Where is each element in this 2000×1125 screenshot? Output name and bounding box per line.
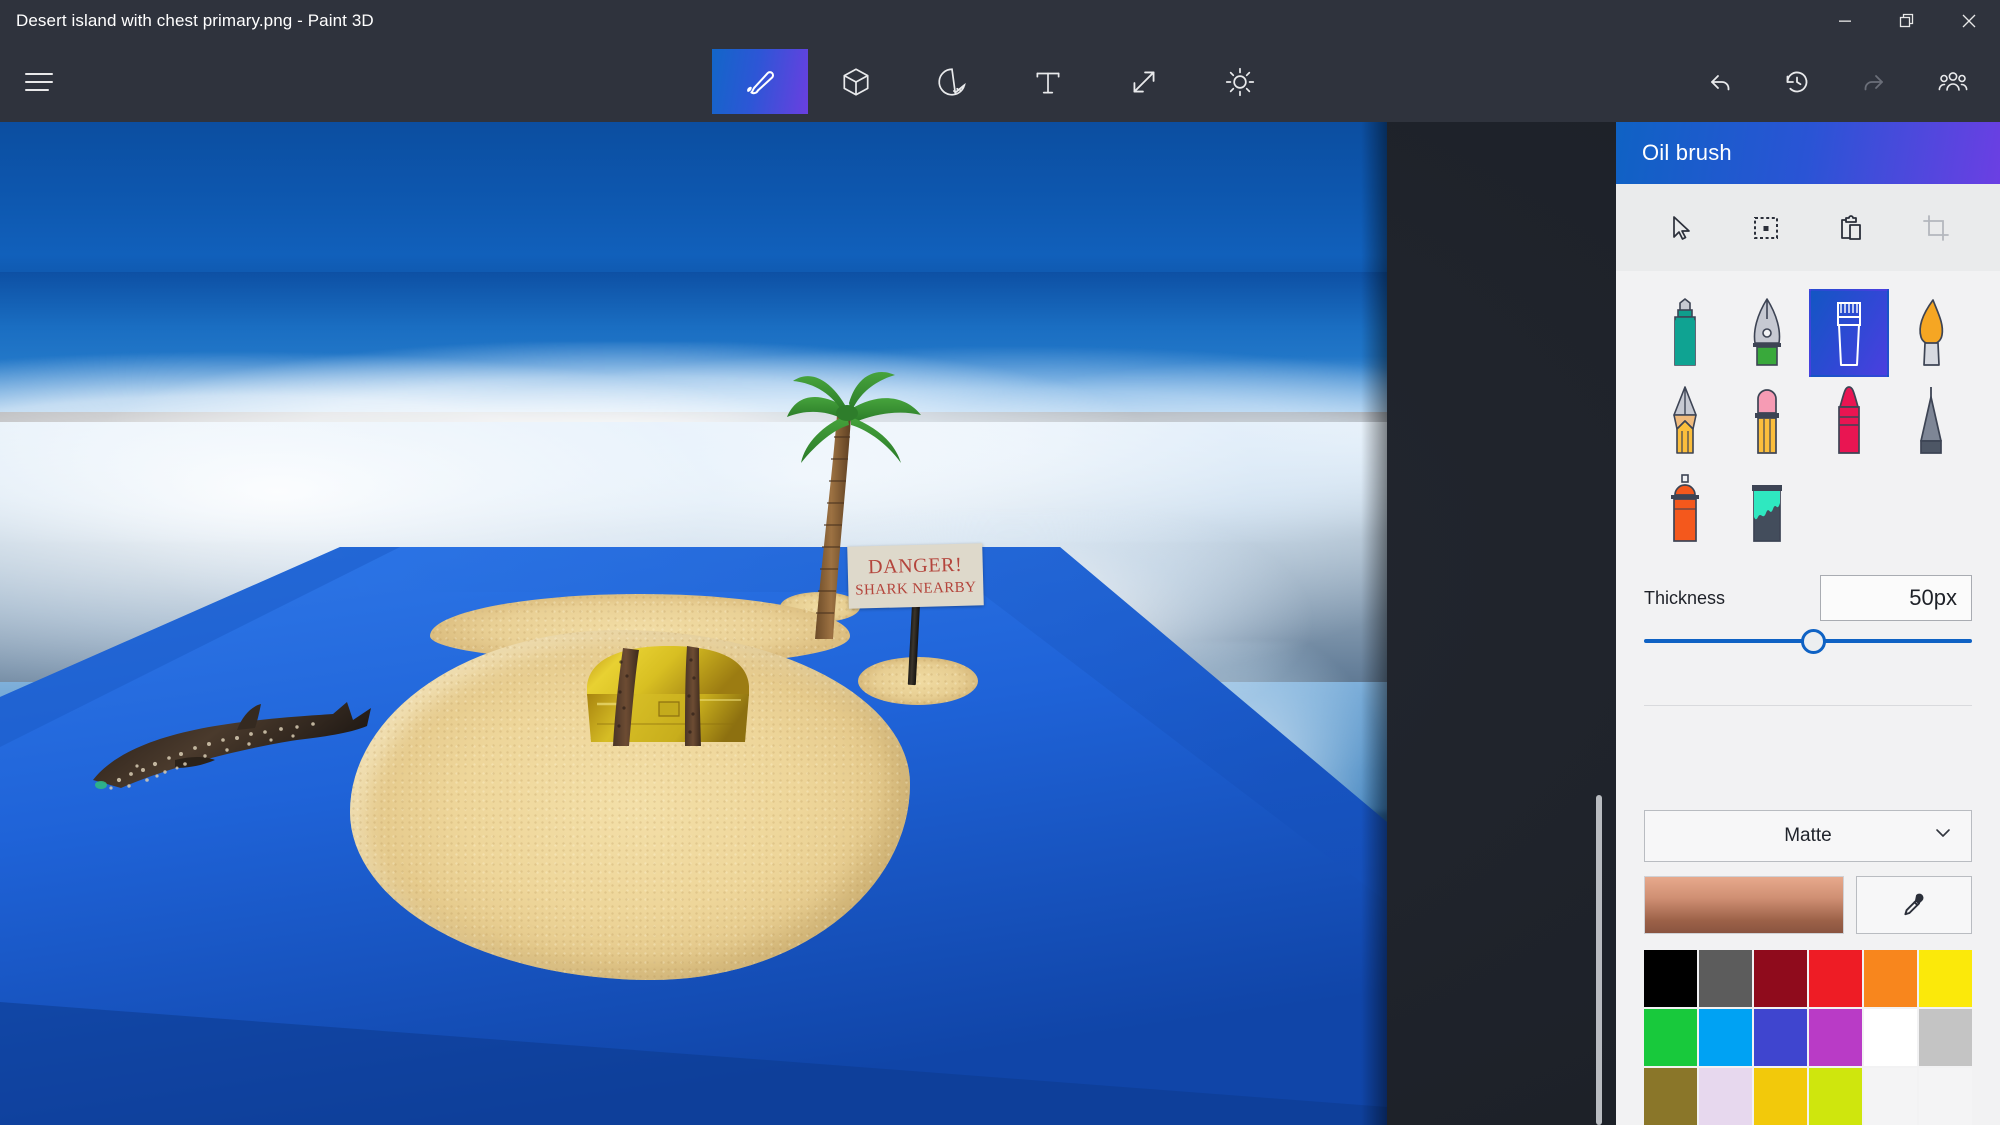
tool-stickers[interactable]: Stickers xyxy=(904,49,1000,114)
swatch-light-gray[interactable] xyxy=(1919,1009,1972,1066)
material-dropdown[interactable]: Matte xyxy=(1644,810,1972,862)
swatch-lime[interactable] xyxy=(1809,1068,1862,1125)
brush-calligraphy-pen[interactable]: Calligraphy pen xyxy=(1727,289,1807,377)
whale-shark xyxy=(85,684,385,799)
color-row: Color picker xyxy=(1644,876,1972,934)
swatch-magenta[interactable] xyxy=(1809,1009,1862,1066)
sign-line-1: DANGER! xyxy=(867,553,963,578)
brush-pencil[interactable]: Pencil xyxy=(1645,377,1725,465)
swatch-gold[interactable] xyxy=(1754,1068,1807,1125)
window-controls xyxy=(1814,0,2000,41)
thickness-slider[interactable] xyxy=(1616,621,2000,661)
sign-line-2: SHARK NEARBY xyxy=(855,578,977,599)
panel-action-bar: Select Rectangle select Paste xyxy=(1616,184,2000,271)
chevron-down-icon xyxy=(1933,823,1953,849)
tool-tabs: Art tools 3D shapes Stickers xyxy=(712,41,1288,122)
swatch-green[interactable] xyxy=(1644,1009,1697,1066)
paste-button[interactable]: Paste xyxy=(1822,199,1880,257)
brush-fill-bucket[interactable]: Fill xyxy=(1727,465,1807,553)
sign-board: DANGER! SHARK NEARBY xyxy=(847,543,984,609)
thickness-label: Thickness xyxy=(1644,587,1726,608)
brush-spray-can[interactable]: Spray can xyxy=(1645,465,1725,553)
swatch-yellow[interactable] xyxy=(1919,950,1972,1007)
vertical-scrollbar[interactable] xyxy=(1596,795,1602,1125)
restore-button[interactable] xyxy=(1876,0,1938,41)
swatch-empty-2[interactable] xyxy=(1919,1068,1972,1125)
brush-marker[interactable]: Marker xyxy=(1645,289,1725,377)
brush-grid: Marker Calligraphy pen xyxy=(1616,271,2000,559)
panel-title: Oil brush xyxy=(1642,140,1732,165)
panel-header: Oil brush xyxy=(1616,122,2000,184)
thickness-row: Thickness 50px xyxy=(1616,559,2000,621)
artwork-canvas[interactable]: DANGER! SHARK NEARBY xyxy=(0,122,1387,1125)
swatch-black[interactable] xyxy=(1644,950,1697,1007)
toolbar-right-actions: Undo History Redo xyxy=(1680,41,1992,122)
tool-canvas[interactable]: Canvas xyxy=(1096,49,1192,114)
eyedropper-button[interactable]: Color picker xyxy=(1856,876,1972,934)
tool-3d-shapes[interactable]: 3D shapes xyxy=(808,49,904,114)
tool-options-panel: Oil brush Select Rectangle select xyxy=(1616,122,2000,1125)
panel-spacer xyxy=(1616,706,2000,810)
canvas-workspace[interactable]: DANGER! SHARK NEARBY xyxy=(0,122,1616,1125)
undo-button[interactable]: Undo xyxy=(1680,49,1758,114)
remix-3d-button[interactable]: Remix 3D xyxy=(1914,49,1992,114)
material-selected-value: Matte xyxy=(1784,825,1832,846)
swatch-gray[interactable] xyxy=(1699,950,1752,1007)
tool-effects[interactable]: Effects xyxy=(1192,49,1288,114)
redo-button[interactable]: Redo xyxy=(1836,49,1914,114)
swatch-red[interactable] xyxy=(1809,950,1862,1007)
minimize-button[interactable] xyxy=(1814,0,1876,41)
brush-pixel-pen[interactable]: Pixel pen xyxy=(1891,377,1971,465)
slider-thumb[interactable] xyxy=(1800,629,1826,654)
select-tool-button[interactable]: Select xyxy=(1652,199,1710,257)
brush-eraser[interactable]: Eraser xyxy=(1727,377,1807,465)
brush-watercolor[interactable]: Watercolor xyxy=(1891,289,1971,377)
treasure-chest xyxy=(575,642,760,752)
brush-oil-brush[interactable]: Oil brush xyxy=(1809,289,1889,377)
swatch-dark-red[interactable] xyxy=(1754,950,1807,1007)
brush-crayon[interactable]: Crayon xyxy=(1809,377,1889,465)
close-button[interactable] xyxy=(1938,0,2000,41)
crop-button[interactable]: Crop xyxy=(1907,199,1965,257)
menu-button[interactable] xyxy=(8,41,70,122)
thickness-input[interactable]: 50px xyxy=(1820,575,1972,621)
current-color-swatch[interactable] xyxy=(1644,876,1844,934)
color-palette xyxy=(1644,950,1972,1125)
warning-sign: DANGER! SHARK NEARBY xyxy=(847,543,984,686)
title-bar: Desert island with chest primary.png - P… xyxy=(0,0,2000,41)
history-button[interactable]: History xyxy=(1758,49,1836,114)
swatch-olive[interactable] xyxy=(1644,1068,1697,1125)
sign-post xyxy=(907,599,921,686)
top-toolbar: Art tools 3D shapes Stickers xyxy=(0,41,2000,122)
swatch-orange[interactable] xyxy=(1864,950,1917,1007)
swatch-indigo[interactable] xyxy=(1754,1009,1807,1066)
paint3d-window: Desert island with chest primary.png - P… xyxy=(0,0,2000,1125)
tool-text[interactable]: Text xyxy=(1000,49,1096,114)
window-title: Desert island with chest primary.png - P… xyxy=(16,10,374,30)
tool-art-tools[interactable]: Art tools xyxy=(712,49,808,114)
swatch-light-blue[interactable] xyxy=(1699,1009,1752,1066)
hamburger-icon xyxy=(25,72,53,91)
swatch-white[interactable] xyxy=(1864,1009,1917,1066)
swatch-empty-1[interactable] xyxy=(1864,1068,1917,1125)
rectangle-select-button[interactable]: Rectangle select xyxy=(1737,199,1795,257)
swatch-pale-lavender[interactable] xyxy=(1699,1068,1752,1125)
